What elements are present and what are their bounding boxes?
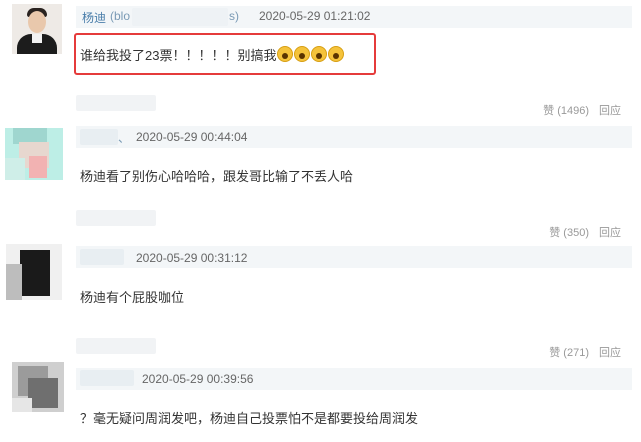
username-handle-prefix: (blo [110, 9, 131, 23]
avatar-face [28, 11, 46, 33]
redacted-username [80, 370, 134, 386]
comment-text-body: 谁给我投了23票！！！！！别搞我 [80, 48, 277, 63]
comment-timestamp: 2020-05-29 00:39:56 [142, 372, 254, 386]
like-button[interactable]: 赞 (1496) [543, 105, 589, 117]
comment-actions: 赞 (350) 回应 [549, 224, 621, 240]
avatar-pixel [12, 398, 32, 412]
fearful-face-icon [277, 46, 294, 62]
reply-button[interactable]: 回应 [599, 105, 621, 117]
comment-timestamp: 2020-05-29 00:31:12 [136, 251, 248, 265]
comment-username[interactable]: 杨迪 [82, 9, 106, 26]
avatar-user[interactable] [12, 362, 64, 412]
fearful-face-icon [294, 46, 311, 62]
redacted-username [80, 249, 124, 265]
avatar-user[interactable] [5, 128, 63, 180]
comment-text: 杨迪有个屁股咖位 [80, 290, 185, 305]
avatar-pixel [28, 378, 58, 408]
comment-timestamp: 2020-05-29 00:44:04 [136, 130, 248, 144]
avatar-pixel [5, 158, 25, 180]
comment-actions: 赞 (271) 回应 [549, 344, 621, 360]
reply-button[interactable]: 回应 [599, 347, 621, 359]
redacted-username [80, 129, 118, 145]
redacted-handle [132, 8, 228, 26]
like-button[interactable]: 赞 (271) [549, 347, 589, 359]
avatar-pixel [29, 156, 47, 178]
comment-text: ？毫无疑问周润发吧，杨迪自己投票怕不是都要投给周润发 [80, 411, 419, 426]
avatar-pixel [20, 250, 50, 296]
comment-text: 杨迪看了别伤心哈哈哈，跟发哥比输了不丢人哈 [80, 169, 354, 184]
fearful-face-icon [311, 46, 328, 62]
username-suffix: 、 [118, 131, 131, 145]
redacted-reply-preview [76, 338, 156, 354]
username-handle-suffix: s) [229, 9, 239, 23]
redacted-reply-preview [76, 95, 156, 111]
avatar-user[interactable] [6, 244, 62, 300]
avatar-yangdi[interactable] [12, 4, 62, 54]
avatar-collar [32, 34, 42, 43]
comment-timestamp: 2020-05-29 01:21:02 [259, 9, 371, 23]
fearful-face-icon [328, 46, 345, 62]
redacted-reply-preview [76, 210, 156, 226]
avatar-pixel [6, 264, 22, 300]
comment-actions: 赞 (1496) 回应 [543, 102, 621, 118]
like-button[interactable]: 赞 (350) [549, 227, 589, 239]
comment-text: 谁给我投了23票！！！！！别搞我 [80, 45, 345, 64]
reply-button[interactable]: 回应 [599, 227, 621, 239]
